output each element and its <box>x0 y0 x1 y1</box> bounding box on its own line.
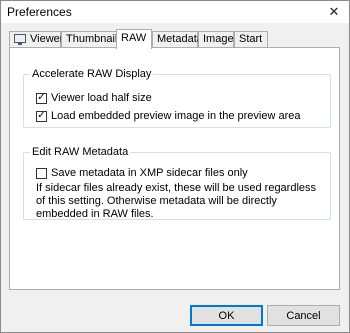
title-bar: Preferences ✕ <box>1 1 349 23</box>
ok-button[interactable]: OK <box>190 305 263 326</box>
embedded-preview-label: Load embedded preview image in the previ… <box>51 110 301 122</box>
embedded-preview-option[interactable]: ✓ Load embedded preview image in the pre… <box>36 110 301 122</box>
edit-raw-metadata-title: Edit RAW Metadata <box>32 146 129 158</box>
tab-thumbnails-label: Thumbnails <box>66 33 123 45</box>
tab-viewer-label: Viewer <box>30 33 64 45</box>
tab-start-label: Start <box>239 33 263 45</box>
preferences-window: Preferences ✕ Viewer Thumbnails RAW Meta… <box>0 0 350 333</box>
accelerate-raw-title: Accelerate RAW Display <box>32 68 152 80</box>
viewer-half-size-option[interactable]: ✓ Viewer load half size <box>36 92 152 104</box>
tab-viewer[interactable]: Viewer <box>9 31 64 47</box>
close-button[interactable]: ✕ <box>319 1 349 23</box>
raw-settings-panel: Accelerate RAW Display ✓ Viewer load hal… <box>9 47 340 290</box>
xmp-sidecar-label: Save metadata in XMP sidecar files only <box>51 167 248 179</box>
tab-metadata-label: Metadata <box>157 33 203 45</box>
viewer-half-size-label: Viewer load half size <box>51 92 152 104</box>
monitor-icon <box>14 34 26 45</box>
xmp-sidecar-option[interactable]: Save metadata in XMP sidecar files only <box>36 167 248 179</box>
tab-start[interactable]: Start <box>234 31 268 47</box>
tab-metadata[interactable]: Metadata <box>152 31 203 47</box>
viewer-half-size-checkbox[interactable]: ✓ <box>36 92 47 104</box>
tab-thumbnails[interactable]: Thumbnails <box>61 31 123 47</box>
tab-raw-label: RAW <box>121 32 147 44</box>
embedded-preview-checkbox[interactable]: ✓ <box>36 110 47 122</box>
sidecar-note: If sidecar files already exist, these wi… <box>36 182 317 220</box>
tab-image-label: Image <box>203 33 234 45</box>
xmp-sidecar-checkbox[interactable] <box>36 167 47 179</box>
cancel-button[interactable]: Cancel <box>267 305 340 326</box>
tab-image[interactable]: Image <box>198 31 234 47</box>
tab-raw[interactable]: RAW <box>116 29 152 49</box>
window-title: Preferences <box>7 5 72 19</box>
